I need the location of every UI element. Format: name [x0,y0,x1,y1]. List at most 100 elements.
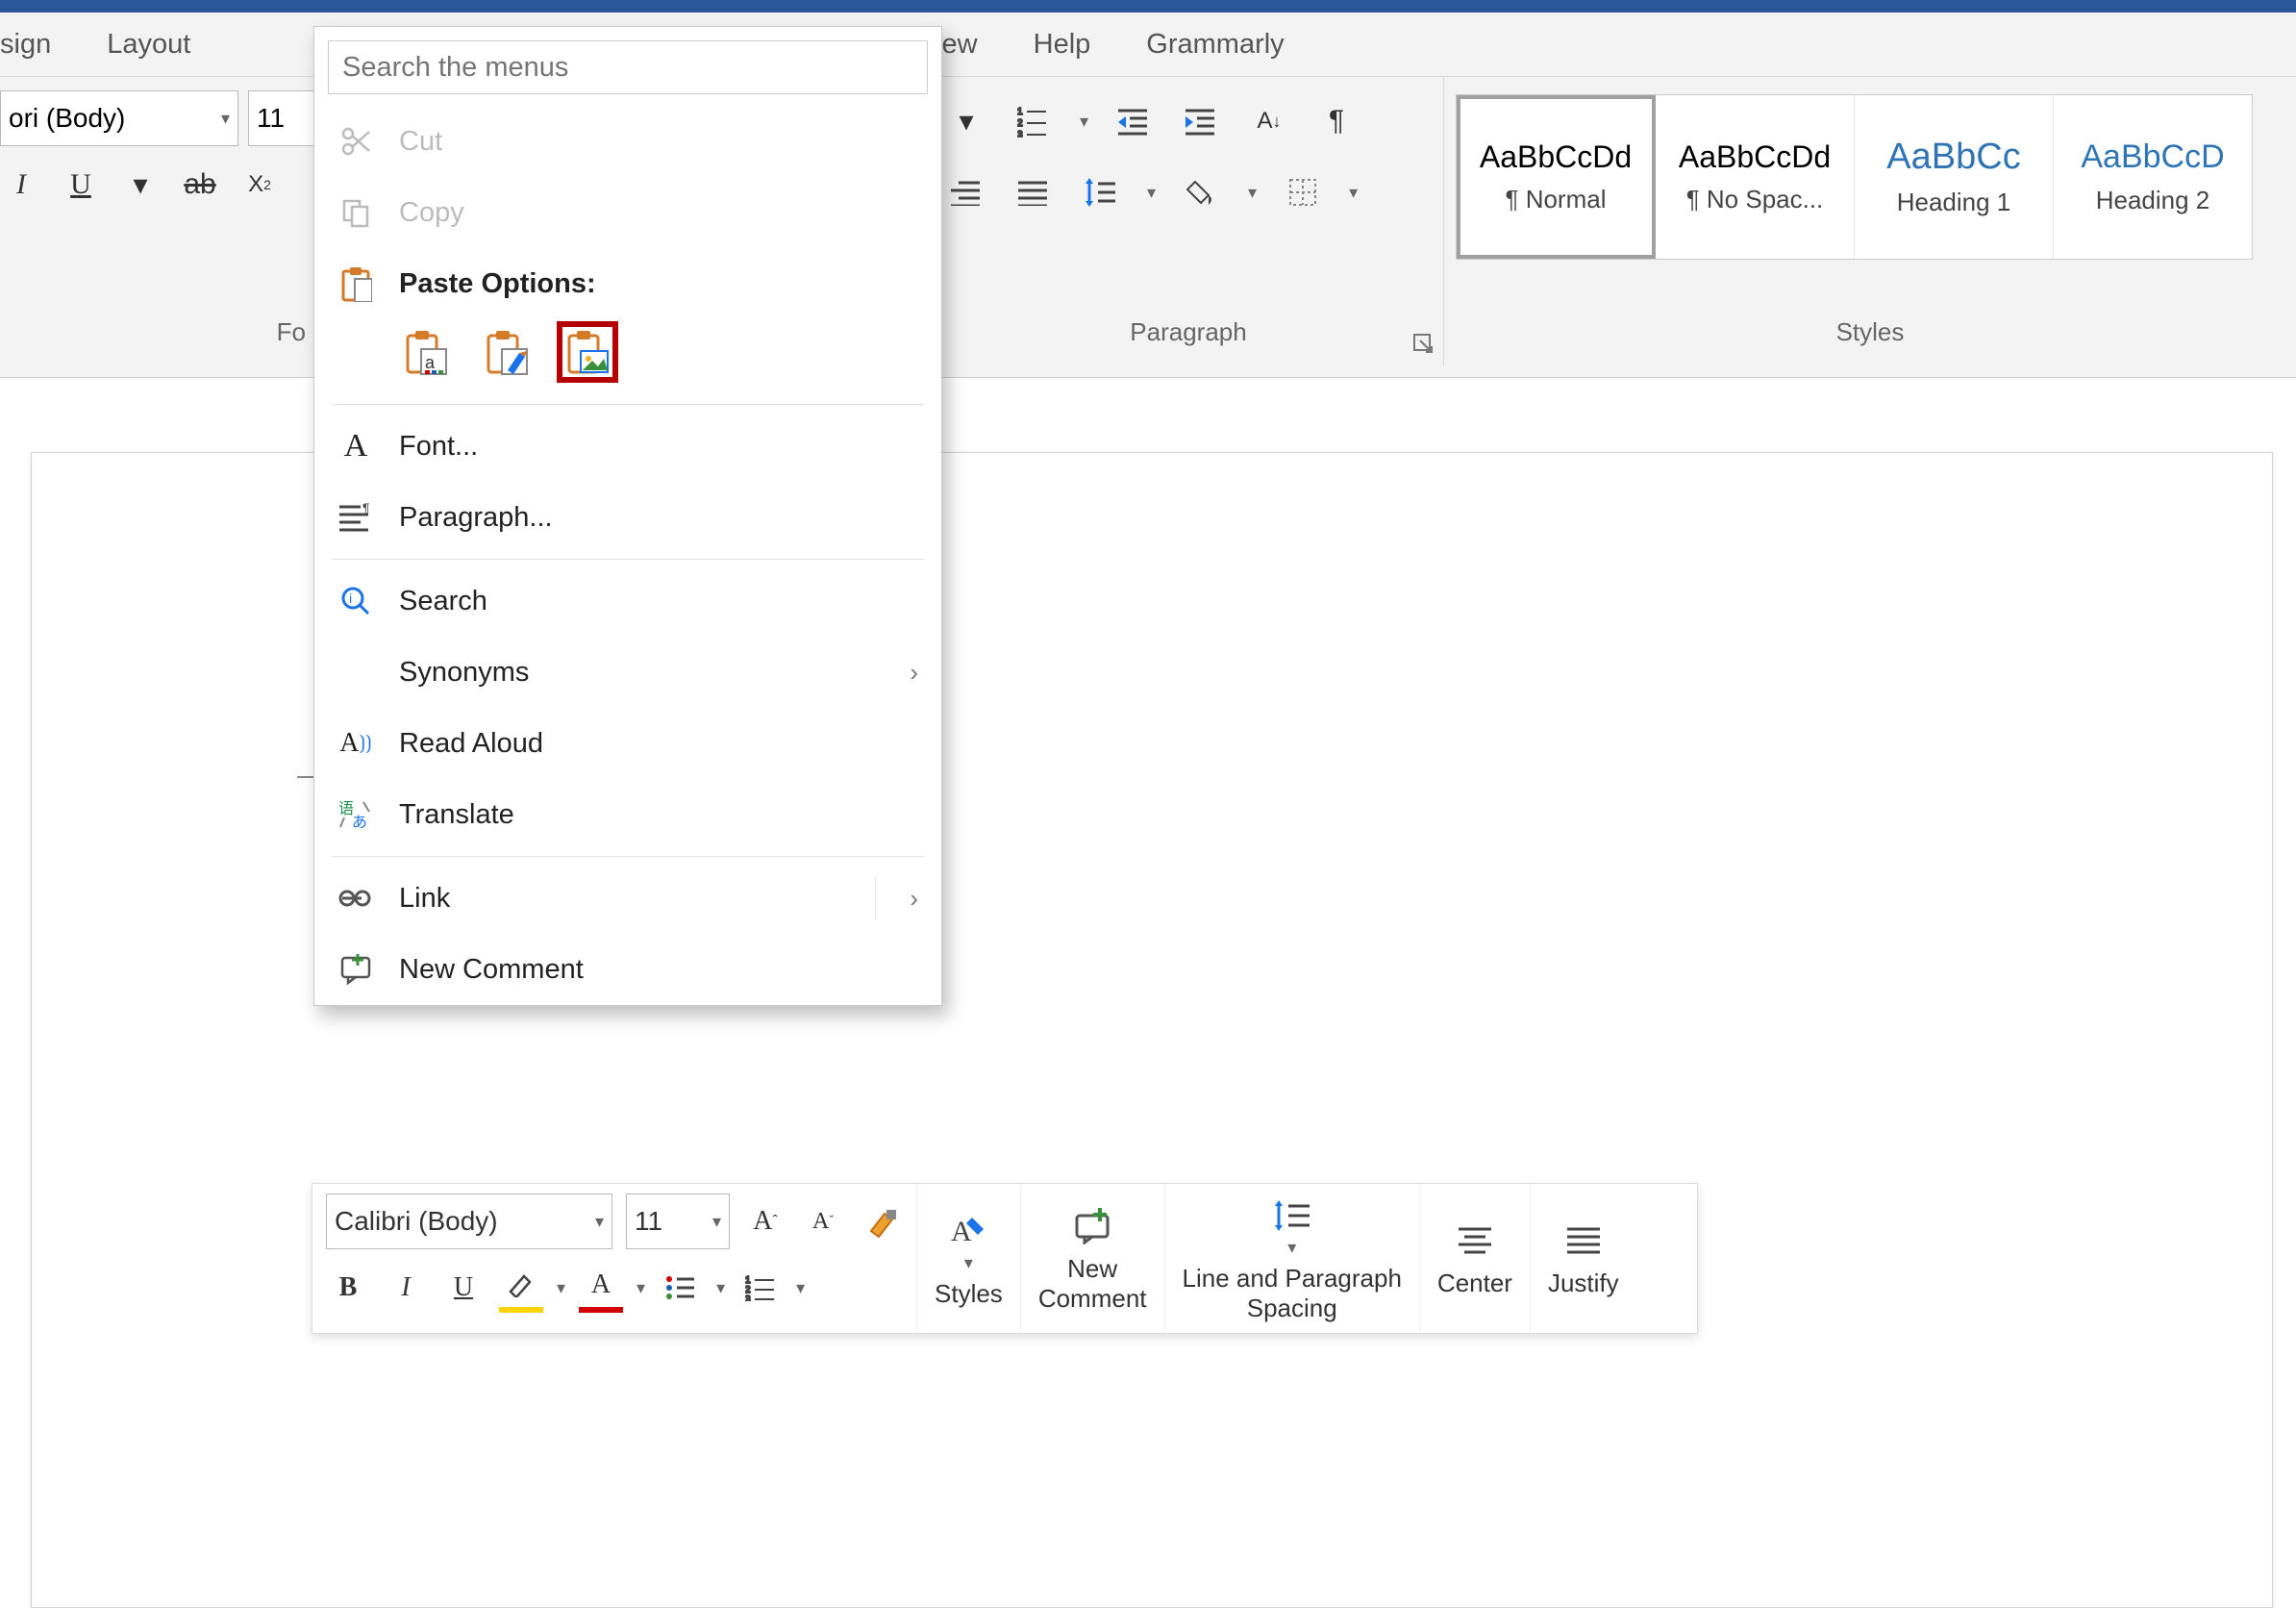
link-icon [337,880,374,917]
mini-italic-button[interactable]: I [384,1266,428,1310]
svg-text:a: a [425,353,436,372]
search-menu-item[interactable]: i Search [314,565,941,637]
chevron-right-icon: › [910,658,918,688]
paragraph-dialog-launcher[interactable] [1412,333,1437,358]
mini-justify-label: Justify [1548,1269,1619,1298]
italic-button[interactable]: I [0,163,42,206]
increase-indent-button[interactable] [1181,100,1223,142]
chevron-down-icon[interactable]: ▾ [557,1278,565,1298]
mini-numbering-button[interactable]: 123 [738,1266,783,1310]
align-justify-button[interactable] [1012,171,1055,214]
decrease-indent-button[interactable] [1113,100,1156,142]
paragraph-group-label: Paragraph [934,317,1443,365]
multilevel-list-button[interactable]: ▾ [945,100,987,142]
mini-justify-button[interactable]: Justify [1530,1184,1636,1333]
font-icon: A [337,428,374,465]
styles-group-label: Styles [1444,317,2296,365]
link-menu-item[interactable]: Link › [314,863,941,934]
line-spacing-button[interactable] [1080,171,1122,214]
read-aloud-menu-item[interactable]: A⟯⟯ Read Aloud [314,708,941,779]
chevron-right-icon: › [910,884,918,914]
synonyms-menu-item[interactable]: Synonyms › [314,637,941,708]
search-label: Search [399,586,487,617]
tab-grammarly[interactable]: Grammarly [1146,29,1284,61]
mini-toolbar: Calibri (Body)▾ 11▾ Aˆ Aˇ B I U ▾ A ▾ [312,1183,1698,1334]
tab-layout[interactable]: Layout [107,29,190,61]
mini-bold-button[interactable]: B [326,1266,370,1310]
font-label: Font... [399,431,478,463]
read-aloud-label: Read Aloud [399,728,543,760]
mini-styles-button[interactable]: A ▾ Styles [916,1184,1020,1333]
blank-icon [337,654,374,691]
styles-group: AaBbCcDd ¶ Normal AaBbCcDd ¶ No Spac... … [1444,77,2296,365]
mini-center-button[interactable]: Center [1419,1184,1530,1333]
cut-label: Cut [399,126,442,158]
chevron-down-icon: ▾ [964,1253,973,1273]
translate-menu-item[interactable]: 语あ Translate [314,779,941,850]
mini-underline-button[interactable]: U [441,1266,486,1310]
grow-font-button[interactable]: Aˆ [743,1199,787,1244]
clipboard-icon [337,265,374,302]
underline-button[interactable]: U [60,163,102,206]
style-normal[interactable]: AaBbCcDd ¶ Normal [1457,95,1656,259]
svg-text:¶: ¶ [362,503,370,515]
menu-search-input[interactable] [328,40,928,94]
search-icon: i [337,583,374,619]
align-right-button[interactable] [945,171,987,214]
paragraph-group: ▾ 123 ▾ A↓ ¶ [934,77,1444,365]
chevron-down-icon[interactable]: ▾ [1248,183,1257,203]
numbered-list-button[interactable]: 123 [1012,100,1055,142]
tab-design[interactable]: sign [0,29,51,61]
paste-picture-button[interactable] [561,325,614,379]
strikethrough-button[interactable]: ab [179,163,221,206]
chevron-down-icon[interactable]: ▾ [716,1278,725,1298]
show-marks-button[interactable]: ¶ [1315,100,1358,142]
paragraph-label: Paragraph... [399,502,553,534]
chevron-down-icon[interactable]: ▾ [1080,112,1088,132]
mini-font-value: Calibri (Body) [335,1206,498,1237]
chevron-down-icon: ▾ [221,109,230,129]
svg-text:3: 3 [745,1294,751,1301]
mini-line-spacing-button[interactable]: ▾ Line and ParagraphSpacing [1164,1184,1419,1333]
tab-help[interactable]: Help [1034,29,1091,61]
copy-menu-item[interactable]: Copy [314,177,941,248]
paste-keep-source-button[interactable]: a [399,325,453,379]
font-size-value: 11 [257,103,285,134]
style-no-spacing[interactable]: AaBbCcDd ¶ No Spac... [1656,95,1855,259]
mini-size-value: 11 [635,1206,662,1237]
chevron-down-icon[interactable]: ▾ [1349,183,1358,203]
mini-highlight-button[interactable] [499,1263,543,1313]
chevron-down-icon[interactable]: ▾ [796,1278,805,1298]
svg-text:i: i [349,590,352,606]
format-painter-button[interactable] [859,1199,903,1244]
shading-button[interactable] [1181,171,1223,214]
styles-gallery[interactable]: AaBbCcDd ¶ Normal AaBbCcDd ¶ No Spac... … [1456,94,2253,260]
font-menu-item[interactable]: A Font... [314,411,941,482]
borders-button[interactable] [1282,171,1324,214]
mini-size-combo[interactable]: 11 ▾ [626,1193,730,1249]
mini-bullets-button[interactable] [659,1266,703,1310]
mini-new-comment-button[interactable]: NewComment [1020,1184,1164,1333]
underline-menu-button[interactable]: ▾ [119,163,162,206]
mini-font-color-button[interactable]: A [579,1263,623,1313]
cut-menu-item[interactable]: Cut [314,106,941,177]
svg-text:1: 1 [1017,107,1023,117]
svg-text:3: 3 [1017,130,1023,138]
chevron-down-icon[interactable]: ▾ [1147,183,1156,203]
shrink-font-button[interactable]: Aˇ [801,1199,845,1244]
style-heading-1[interactable]: AaBbCc Heading 1 [1855,95,2054,259]
sort-button[interactable]: A↓ [1248,100,1290,142]
context-menu: Cut Copy Paste Options: a [313,26,942,1006]
translate-label: Translate [399,799,514,831]
style-heading-2[interactable]: AaBbCcD Heading 2 [2054,95,2252,259]
paragraph-menu-item[interactable]: ¶ Paragraph... [314,482,941,553]
chevron-down-icon: ▾ [1287,1238,1296,1258]
chevron-down-icon: ▾ [712,1212,721,1232]
chevron-down-icon[interactable]: ▾ [636,1278,645,1298]
subscript-button[interactable]: X2 [238,163,281,206]
new-comment-menu-item[interactable]: New Comment [314,934,941,1005]
mini-font-combo[interactable]: Calibri (Body)▾ [326,1193,612,1249]
font-name-combo[interactable]: ori (Body)▾ [0,90,238,146]
paste-options-label: Paste Options: [399,268,596,300]
paste-merge-formatting-button[interactable] [480,325,534,379]
